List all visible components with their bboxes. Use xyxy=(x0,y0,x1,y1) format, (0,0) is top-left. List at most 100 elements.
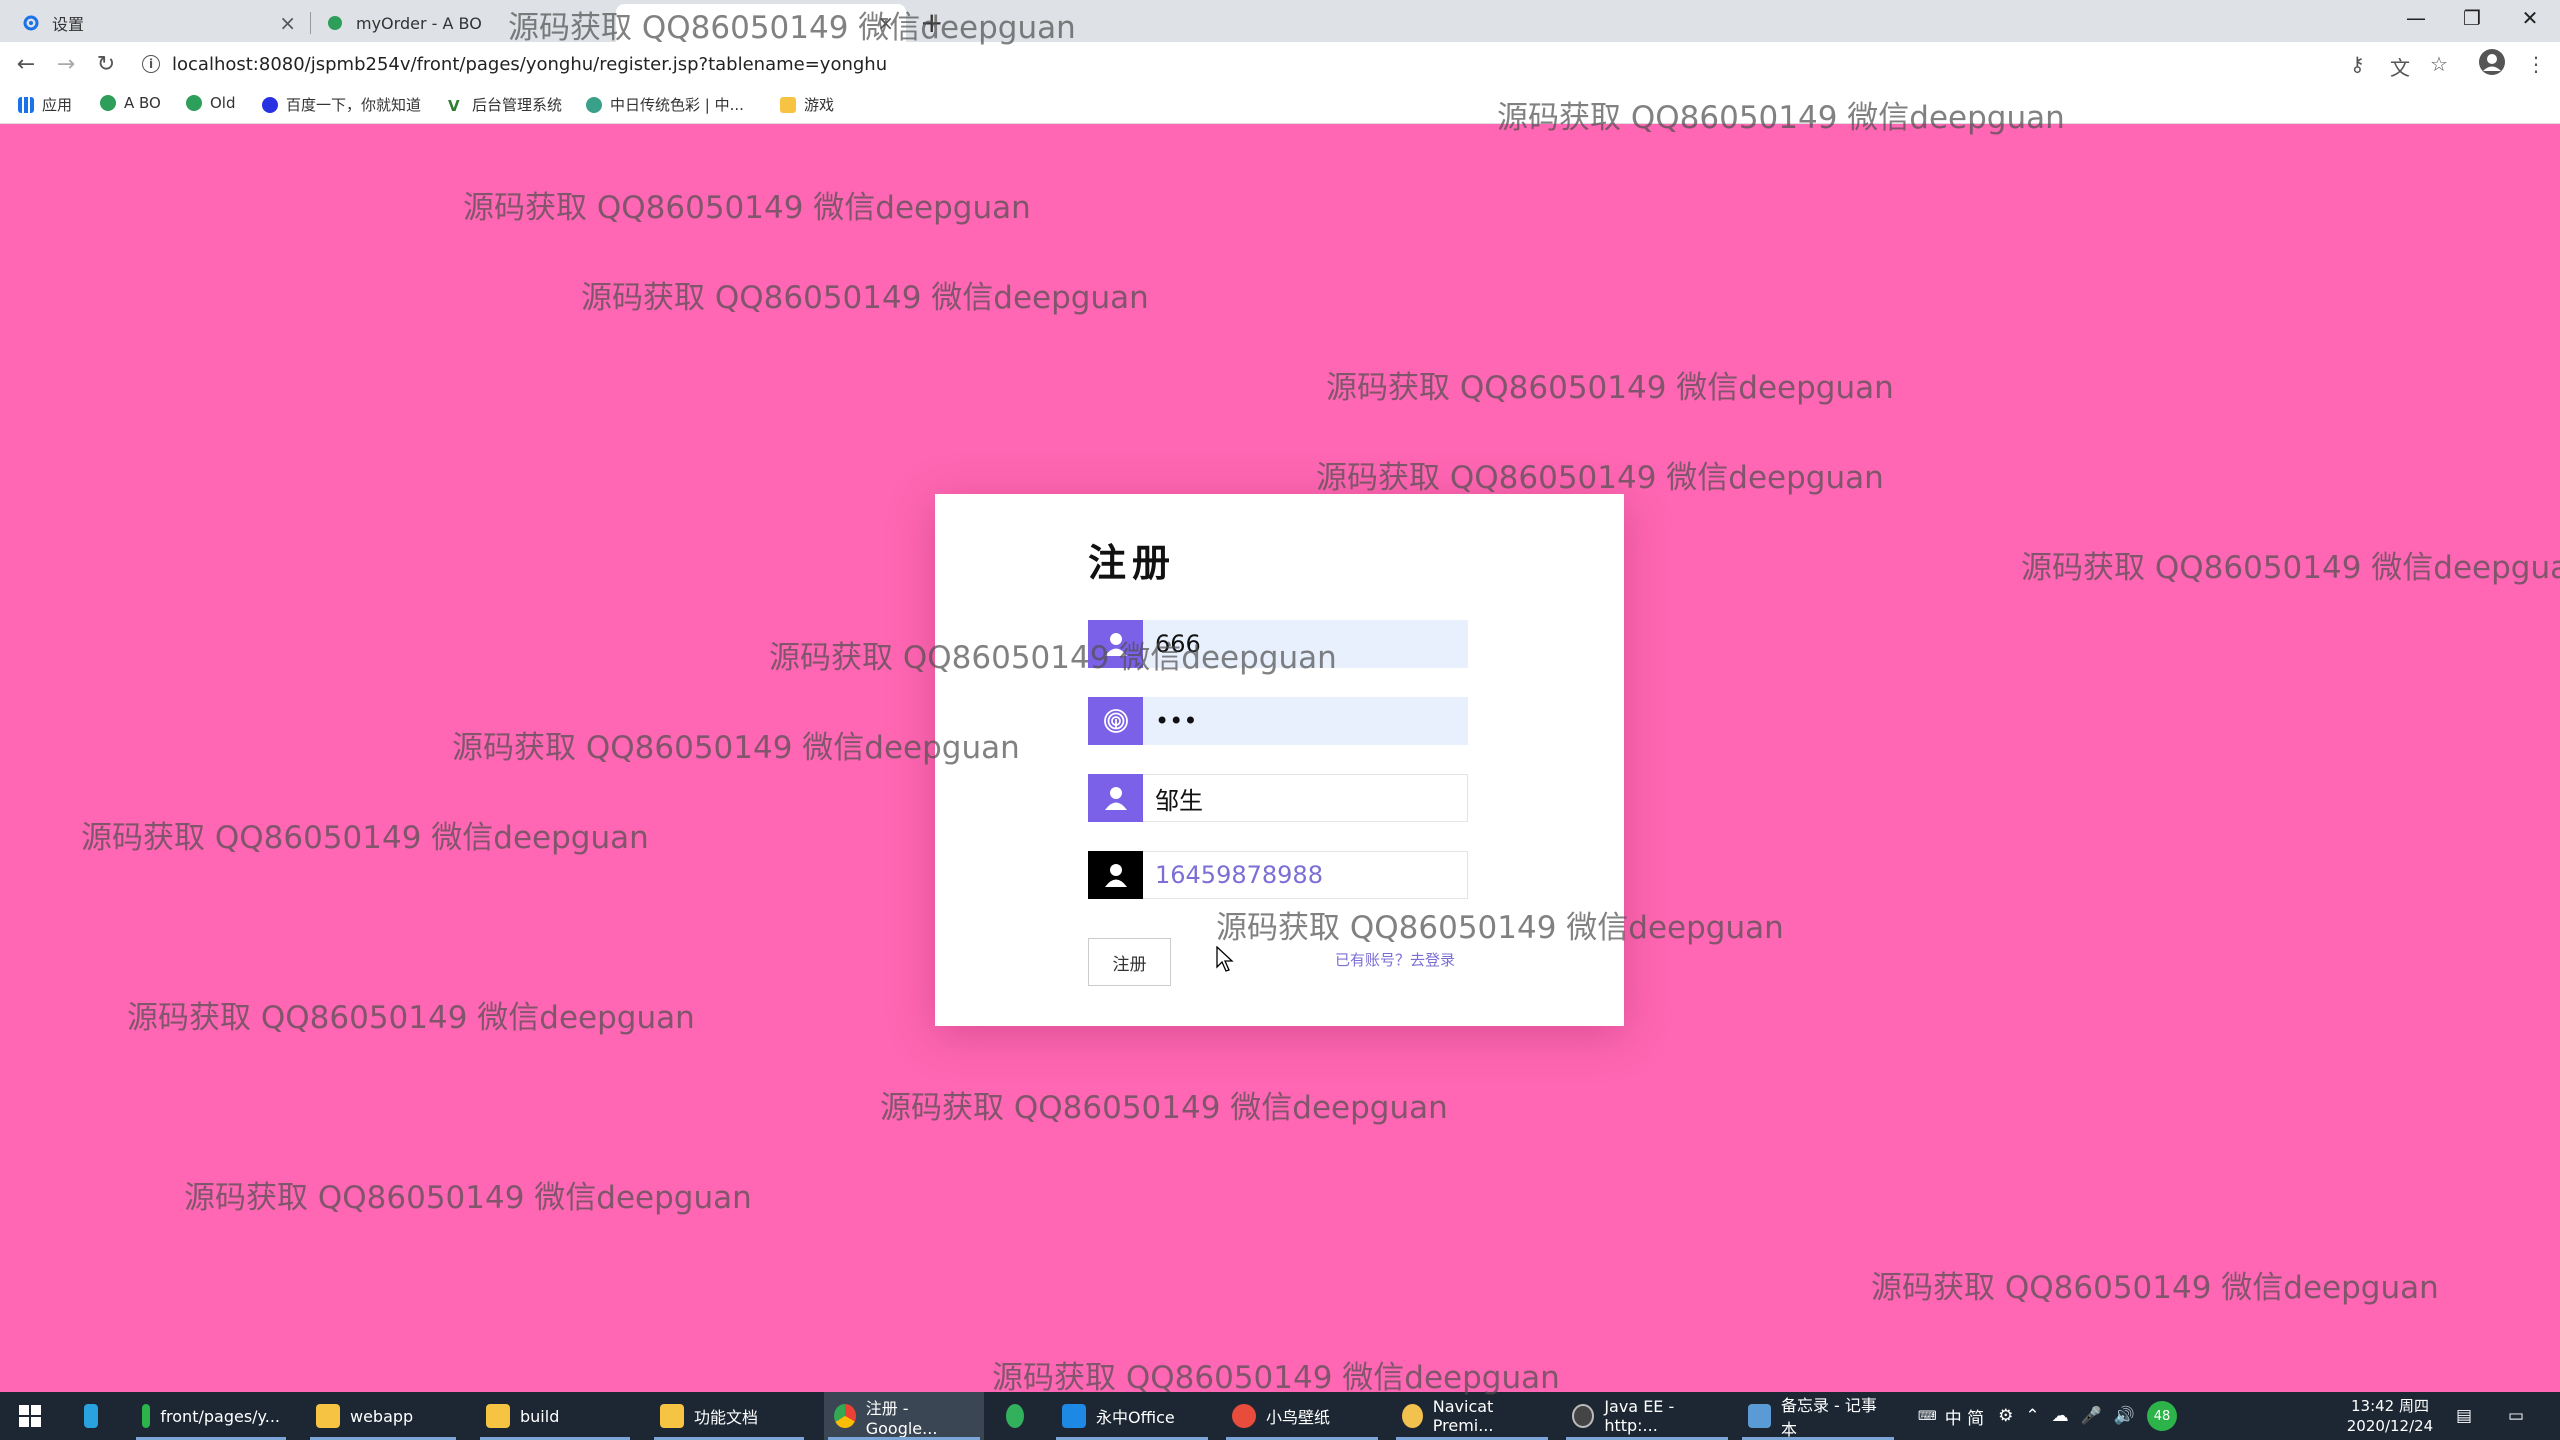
tab-register[interactable]: 注册 × xyxy=(616,4,906,42)
close-window-button[interactable]: ✕ xyxy=(2502,0,2558,36)
user-icon xyxy=(1088,774,1143,822)
taskbar: front/pages/y... webapp build 功能文档 注册 - … xyxy=(0,1392,2560,1440)
watermark-text: 源码获取 QQ86050149 微信deepguan xyxy=(463,190,1031,226)
account-field xyxy=(1088,620,1468,668)
message-icon[interactable]: ▭ xyxy=(2508,1392,2524,1440)
password-input[interactable] xyxy=(1143,697,1468,745)
ime-indicator[interactable]: 中 简 xyxy=(1945,1404,1984,1429)
notepad-icon xyxy=(1748,1404,1771,1428)
taskbar-item-eclipse[interactable]: Java EE - http:... xyxy=(1562,1392,1732,1440)
flower-icon xyxy=(586,96,602,113)
folder-icon xyxy=(780,96,796,113)
watermark-text: 源码获取 QQ86050149 微信deepguan xyxy=(1316,460,1884,496)
restore-button[interactable]: ❐ xyxy=(2444,0,2500,36)
login-link[interactable]: 已有账号？去登录 xyxy=(1335,949,1455,970)
taskbar-item-webapp[interactable]: webapp xyxy=(306,1392,460,1440)
chrome-icon xyxy=(834,1404,856,1428)
bookmark-games[interactable]: 游戏 xyxy=(780,94,834,115)
browser-icon xyxy=(1006,1404,1024,1428)
chevron-up-icon[interactable]: ⌃ xyxy=(2025,1406,2039,1426)
reload-icon[interactable]: ↻ xyxy=(92,50,120,78)
account-icon[interactable] xyxy=(2478,48,2506,81)
taskbar-item-navicat[interactable]: Navicat Premi... xyxy=(1392,1392,1552,1440)
folder-icon xyxy=(660,1404,684,1428)
watermark-text: 源码获取 QQ86050149 微信deepguan xyxy=(127,1000,695,1036)
store-button[interactable] xyxy=(72,1392,120,1440)
microphone-icon[interactable]: 🎤 xyxy=(2081,1406,2102,1426)
bookmark-colors[interactable]: 中日传统色彩 | 中... xyxy=(586,94,744,115)
system-tray: ⌨ 中 简 ⚙ ⌃ ☁ 🎤 🔊 48 xyxy=(1918,1392,2178,1440)
register-card: 注册 注册 已有账号？去登录 xyxy=(935,494,1624,1026)
name-field xyxy=(1088,774,1468,822)
star-icon[interactable]: ☆ xyxy=(2430,52,2448,76)
store-icon xyxy=(84,1404,98,1428)
account-input[interactable] xyxy=(1143,620,1468,668)
watermark-text: 源码获取 QQ86050149 微信deepguan xyxy=(81,820,649,856)
office-icon xyxy=(1062,1404,1086,1428)
bookmark-admin[interactable]: V 后台管理系统 xyxy=(448,94,562,115)
taskbar-item-notepad[interactable]: 备忘录 - 记事本 xyxy=(1738,1392,1898,1440)
network-icon[interactable]: ☁ xyxy=(2052,1406,2069,1426)
keyboard-icon[interactable]: ⌨ xyxy=(1918,1409,1937,1424)
page-title: 注册 xyxy=(1088,541,1177,585)
bookmark-baidu[interactable]: 百度一下，你就知道 xyxy=(262,94,421,115)
folder-icon xyxy=(316,1404,340,1428)
close-icon[interactable]: × xyxy=(877,11,894,35)
windows-icon xyxy=(19,1405,41,1427)
action-center-icon[interactable]: ▤ xyxy=(2456,1392,2472,1440)
watermark-text: 源码获取 QQ86050149 微信deepguan xyxy=(581,280,1149,316)
settings-icon[interactable]: ⚙ xyxy=(1998,1406,2013,1426)
password-field xyxy=(1088,697,1468,745)
phone-input[interactable] xyxy=(1143,851,1468,899)
translate-icon[interactable]: 文 xyxy=(2390,52,2410,81)
tab-label: 设置 xyxy=(52,15,85,34)
watermark-text: 源码获取 QQ86050149 微信deepguan xyxy=(184,1180,752,1216)
notification-badge[interactable]: 48 xyxy=(2147,1401,2178,1431)
new-tab-button[interactable]: + xyxy=(920,6,943,39)
url-text: localhost:8080/jspmb254v/front/pages/yon… xyxy=(172,53,888,75)
name-input[interactable] xyxy=(1143,774,1468,822)
tab-label: myOrder - A BO xyxy=(356,13,482,33)
leaf-icon xyxy=(100,95,116,111)
taskbar-item-chrome[interactable]: 注册 - Google... xyxy=(824,1392,984,1440)
watermark-text: 源码获取 QQ86050149 微信deepguan xyxy=(992,1360,1560,1396)
taskbar-item-office[interactable]: 永中Office xyxy=(1052,1392,1212,1440)
menu-icon[interactable]: ⋮ xyxy=(2526,52,2546,76)
bookmark-abo[interactable]: A BO xyxy=(100,94,161,112)
key-icon[interactable]: ⚷ xyxy=(2350,52,2365,76)
eclipse-icon xyxy=(1572,1404,1595,1428)
fingerprint-icon xyxy=(1088,697,1143,745)
watermark-text: 源码获取 QQ86050149 微信deepguan xyxy=(880,1090,1448,1126)
info-icon[interactable]: i xyxy=(142,55,160,73)
taskbar-item-docs[interactable]: 功能文档 xyxy=(650,1392,808,1440)
address-bar[interactable]: i localhost:8080/jspmb254v/front/pages/y… xyxy=(142,48,2322,80)
back-icon[interactable]: ← xyxy=(12,50,40,78)
close-icon[interactable]: × xyxy=(279,11,296,35)
phone-field xyxy=(1088,851,1468,899)
watermark-text: 源码获取 QQ86050149 微信deepguan xyxy=(2021,550,2560,586)
start-button[interactable] xyxy=(6,1392,54,1440)
mouse-cursor xyxy=(1216,945,1234,976)
bookmark-old[interactable]: Old xyxy=(186,94,236,112)
vue-icon: V xyxy=(448,96,460,115)
browser-toolbar: ← → ↻ i localhost:8080/jspmb254v/front/p… xyxy=(0,42,2560,86)
taskbar-item-hbuilder[interactable]: front/pages/y... xyxy=(132,1392,290,1440)
leaf-icon xyxy=(186,95,202,111)
watermark-text: 源码获取 QQ86050149 微信deepguan xyxy=(1871,1270,2439,1306)
gear-icon xyxy=(22,14,40,32)
tab-myorder[interactable]: myOrder - A BO xyxy=(312,4,612,42)
user-icon xyxy=(1088,620,1143,668)
taskbar-item-build[interactable]: build xyxy=(476,1392,634,1440)
taskbar-item-wallpaper[interactable]: 小鸟壁纸 xyxy=(1222,1392,1382,1440)
tab-settings[interactable]: 设置 × xyxy=(8,4,308,42)
register-button[interactable]: 注册 xyxy=(1088,938,1171,986)
bookmark-apps[interactable]: 应用 xyxy=(18,94,72,115)
minimize-button[interactable]: — xyxy=(2388,0,2444,36)
navicat-icon xyxy=(1402,1404,1423,1428)
taskbar-item-browser[interactable] xyxy=(996,1392,1044,1440)
volume-icon[interactable]: 🔊 xyxy=(2114,1406,2135,1426)
forward-icon[interactable]: → xyxy=(52,50,80,78)
leaf-icon xyxy=(326,14,344,32)
clock[interactable]: 13:42 周四 2020/12/24 xyxy=(2340,1396,2440,1436)
bookmarks-bar: 应用 A BO Old 百度一下，你就知道 V 后台管理系统 中日传统色彩 | … xyxy=(0,86,2560,124)
